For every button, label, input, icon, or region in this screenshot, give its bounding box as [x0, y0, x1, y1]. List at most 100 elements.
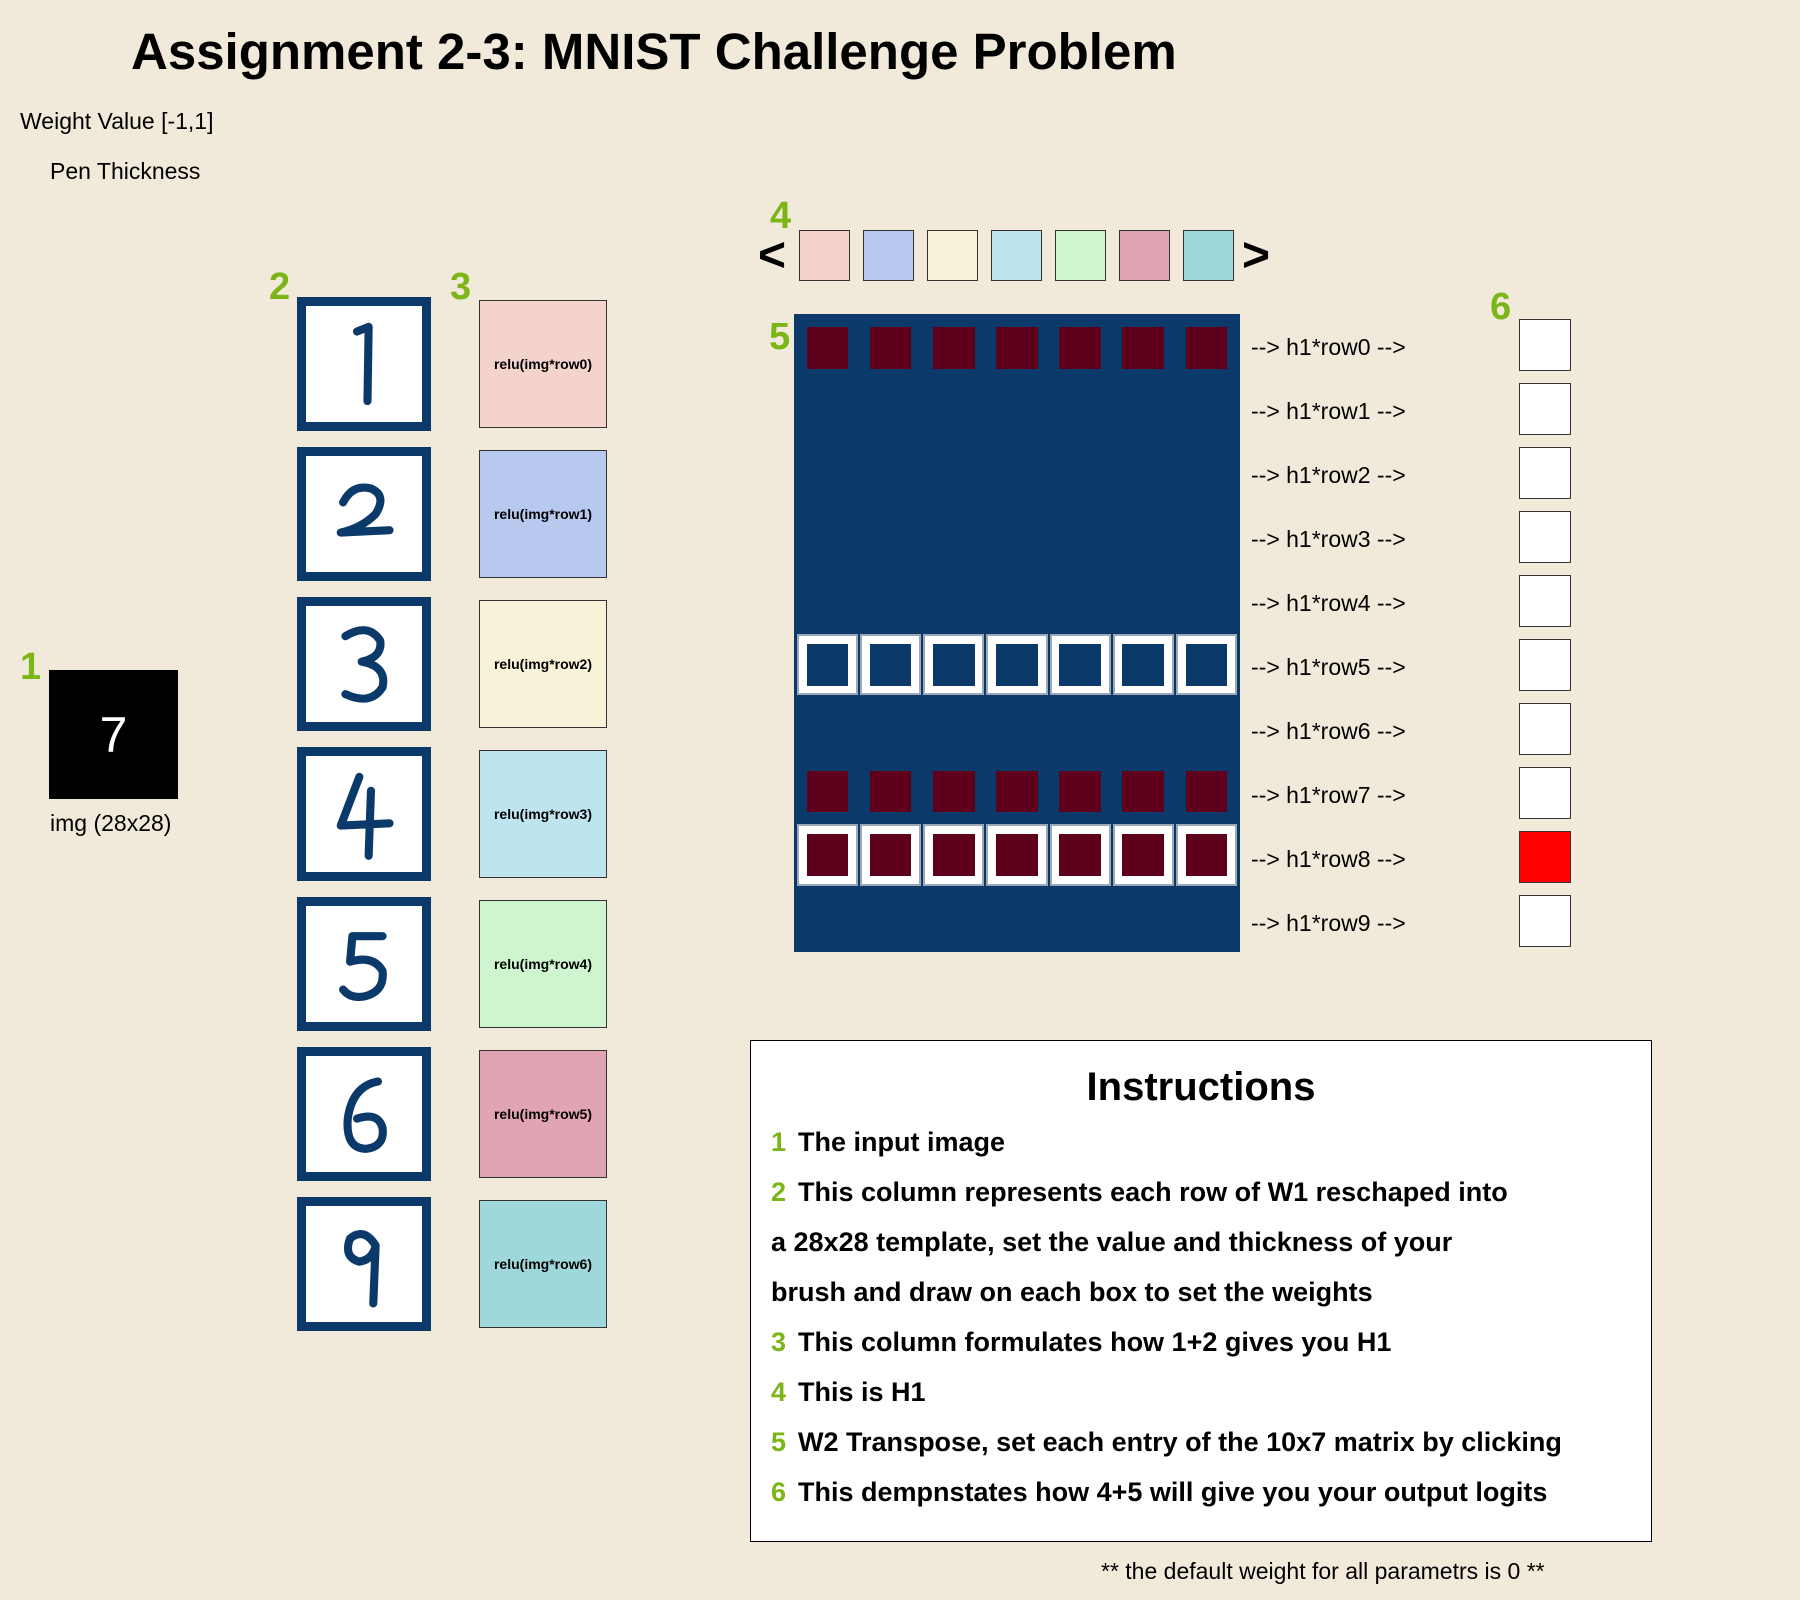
instruction-line: 5 W2 Transpose, set each entry of the 10x… [771, 1427, 1562, 1458]
w2-cell-r6-c5[interactable] [1112, 697, 1174, 759]
w2-cell-r7-c4[interactable] [1049, 760, 1111, 823]
template-row3[interactable] [297, 747, 431, 881]
w2-cell-r4-c4[interactable] [1049, 570, 1111, 632]
w2-cell-marker [1185, 643, 1228, 686]
w2-cell-r8-c1[interactable] [860, 824, 922, 886]
w2-cell-r4-c2[interactable] [923, 570, 985, 632]
w2-cell-r1-c0[interactable] [797, 380, 859, 442]
w2-cell-r4-c3[interactable] [986, 570, 1048, 632]
w2-cell-r6-c0[interactable] [797, 697, 859, 759]
w2-cell-r2-c2[interactable] [923, 443, 985, 506]
w2-cell-r3-c2[interactable] [923, 507, 985, 569]
w2-cell-marker [1059, 326, 1101, 369]
w2-cell-r1-c2[interactable] [923, 380, 985, 442]
w2-cell-marker [996, 643, 1038, 686]
w2-cell-r6-c3[interactable] [986, 697, 1048, 759]
w2-cell-r3-c6[interactable] [1175, 507, 1237, 569]
w2-cell-r1-c4[interactable] [1049, 380, 1111, 442]
w2-cell-r6-c4[interactable] [1049, 697, 1111, 759]
template-row0[interactable] [297, 297, 431, 431]
marker-2: 2 [269, 266, 291, 308]
template-row1[interactable] [297, 447, 431, 581]
instruction-number: 6 [771, 1477, 787, 1507]
w2-cell-r0-c6[interactable] [1175, 317, 1237, 379]
w2-cell-r3-c5[interactable] [1112, 507, 1174, 569]
logit-box-6 [1519, 703, 1571, 755]
w2-cell-r4-c6[interactable] [1175, 570, 1237, 632]
w2-cell-r8-c2[interactable] [923, 824, 985, 886]
w2-cell-r3-c1[interactable] [860, 507, 922, 569]
w2-cell-r3-c0[interactable] [797, 507, 859, 569]
w2-cell-r0-c0[interactable] [797, 317, 859, 379]
w2-cell-r1-c3[interactable] [986, 380, 1048, 442]
instruction-text: This is H1 [798, 1377, 926, 1407]
instruction-number: 4 [771, 1377, 787, 1407]
w2-cell-r9-c4[interactable] [1049, 887, 1111, 949]
w2-cell-r1-c6[interactable] [1175, 380, 1237, 442]
w2-cell-r0-c5[interactable] [1112, 317, 1174, 379]
w2-cell-r2-c0[interactable] [797, 443, 859, 506]
w2-cell-r7-c2[interactable] [923, 760, 985, 823]
w2-cell-r7-c3[interactable] [986, 760, 1048, 823]
w2-cell-r4-c0[interactable] [797, 570, 859, 632]
template-row4[interactable] [297, 897, 431, 1031]
instruction-text: W2 Transpose, set each entry of the 10x7… [798, 1427, 1562, 1457]
input-image: 7 [49, 670, 178, 799]
w2-cell-r5-c0[interactable] [797, 634, 859, 696]
relu-box-row3: relu(img*row3) [479, 750, 607, 878]
relu-label: relu(img*row3) [493, 806, 592, 822]
w2-cell-r5-c6[interactable] [1175, 634, 1237, 696]
w2-cell-r9-c2[interactable] [923, 887, 985, 949]
w2-cell-r3-c3[interactable] [986, 507, 1048, 569]
w2-cell-r0-c1[interactable] [860, 317, 922, 379]
w2-cell-r0-c2[interactable] [923, 317, 985, 379]
w2-row-label-8: --> h1*row8 --> [1251, 846, 1406, 872]
w2-cell-r2-c6[interactable] [1175, 443, 1237, 506]
w2-cell-r2-c5[interactable] [1112, 443, 1174, 506]
w2-cell-r4-c1[interactable] [860, 570, 922, 632]
instruction-line: 6 This dempnstates how 4+5 will give you … [771, 1477, 1547, 1508]
w2-cell-r2-c3[interactable] [986, 443, 1048, 506]
w2-cell-r5-c4[interactable] [1049, 634, 1111, 696]
w2-cell-marker [933, 326, 975, 369]
w2-cell-r5-c3[interactable] [986, 634, 1048, 696]
w2-cell-r7-c1[interactable] [860, 760, 922, 823]
w2-cell-r8-c4[interactable] [1049, 824, 1111, 886]
template-row6[interactable] [297, 1197, 431, 1331]
w2-cell-r2-c4[interactable] [1049, 443, 1111, 506]
w2-cell-marker [1185, 770, 1228, 813]
w2-cell-r8-c0[interactable] [797, 824, 859, 886]
w2-cell-r0-c3[interactable] [986, 317, 1048, 379]
w2-cell-r5-c1[interactable] [860, 634, 922, 696]
w2-cell-r1-c1[interactable] [860, 380, 922, 442]
w2-cell-r6-c1[interactable] [860, 697, 922, 759]
w2-cell-marker [933, 834, 975, 876]
w2-cell-r0-c4[interactable] [1049, 317, 1111, 379]
w2-cell-r8-c3[interactable] [986, 824, 1048, 886]
h1-prev-button[interactable]: < [758, 232, 786, 280]
instruction-text: The input image [798, 1127, 1006, 1157]
w2-cell-r4-c5[interactable] [1112, 570, 1174, 632]
w2-cell-r1-c5[interactable] [1112, 380, 1174, 442]
w2-cell-r5-c5[interactable] [1112, 634, 1174, 696]
w2-cell-r6-c6[interactable] [1175, 697, 1237, 759]
w2-cell-r8-c5[interactable] [1112, 824, 1174, 886]
w2-cell-r7-c0[interactable] [797, 760, 859, 823]
w2-cell-r9-c6[interactable] [1175, 887, 1237, 949]
w2-cell-r2-c1[interactable] [860, 443, 922, 506]
instruction-number: 2 [771, 1177, 787, 1207]
w2-cell-r6-c2[interactable] [923, 697, 985, 759]
w2-cell-r9-c1[interactable] [860, 887, 922, 949]
w2-cell-r9-c0[interactable] [797, 887, 859, 949]
w2-cell-r3-c4[interactable] [1049, 507, 1111, 569]
w2-cell-r8-c6[interactable] [1175, 824, 1237, 886]
h1-next-button[interactable]: > [1242, 232, 1270, 280]
relu-label: relu(img*row0) [493, 356, 592, 372]
w2-cell-r5-c2[interactable] [923, 634, 985, 696]
w2-cell-r9-c5[interactable] [1112, 887, 1174, 949]
template-row5[interactable] [297, 1047, 431, 1181]
w2-cell-r7-c5[interactable] [1112, 760, 1174, 823]
w2-cell-r9-c3[interactable] [986, 887, 1048, 949]
template-row2[interactable] [297, 597, 431, 731]
w2-cell-r7-c6[interactable] [1175, 760, 1237, 823]
